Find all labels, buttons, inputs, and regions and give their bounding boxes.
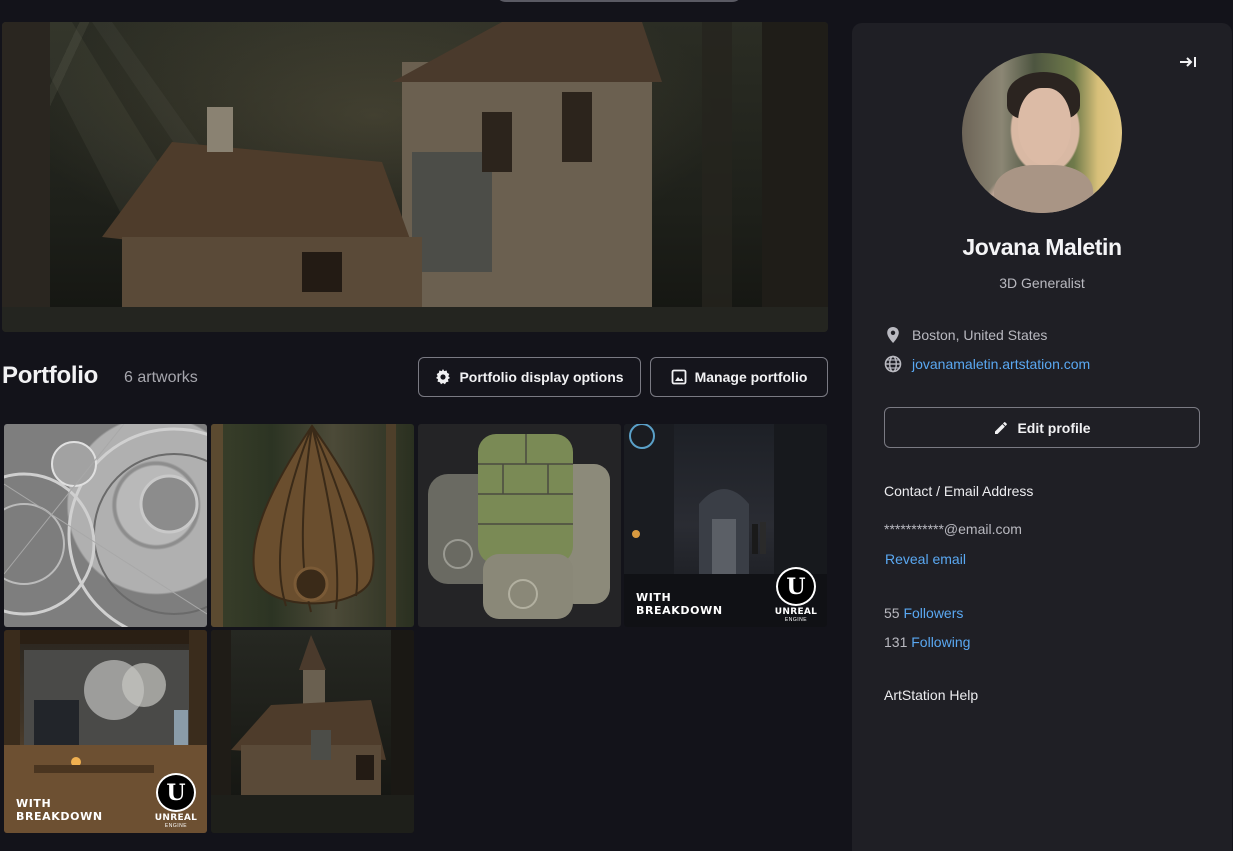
followers-stat[interactable]: 55 Followers [884,605,963,621]
artwork-thumbnail-seed-pod[interactable] [211,424,414,627]
edit-profile-button[interactable]: Edit profile [884,407,1200,448]
location-text: Boston, United States [912,327,1048,343]
website-link[interactable]: jovanamaletin.artstation.com [912,356,1090,372]
profile-avatar [962,53,1122,213]
image-icon [671,369,687,385]
artwork-thumbnail-gears[interactable] [4,424,207,627]
globe-icon [884,355,902,373]
portfolio-heading: Portfolio [2,362,98,389]
following-link[interactable]: Following [911,634,970,650]
unreal-logo-icon: U [156,773,196,812]
gear-icon [436,369,451,385]
followers-count: 55 [884,605,900,621]
location-row: Boston, United States [884,326,1047,344]
artwork-count: 6 artworks [124,369,198,386]
manage-portfolio-label: Manage portfolio [694,369,808,385]
with-breakdown-badge: WITH BREAKDOWN [636,591,723,617]
with-breakdown-badge: WITH BREAKDOWN [16,797,103,823]
followers-link[interactable]: Followers [903,605,963,621]
masked-email: ***********@email.com [884,521,1022,537]
artwork-thumbnail-scifi-alley[interactable]: WITH BREAKDOWN U UNREAL ENGINE [624,424,827,627]
artwork-thumbnail-japanese-room[interactable]: WITH BREAKDOWN U UNREAL ENGINE [4,630,207,833]
contact-heading: Contact / Email Address [884,483,1034,499]
website-row[interactable]: jovanamaletin.artstation.com [884,355,1090,373]
following-count: 131 [884,634,908,650]
cover-banner-image [2,22,828,332]
manage-portfolio-button[interactable]: Manage portfolio [650,357,828,397]
portfolio-display-options-label: Portfolio display options [459,369,624,385]
artwork-thumbnail-fantasy-house[interactable] [211,630,414,833]
pencil-icon [995,421,1008,434]
reveal-email-link[interactable]: Reveal email [885,551,966,567]
artstation-help-link[interactable]: ArtStation Help [884,687,978,703]
location-pin-icon [887,327,899,343]
unreal-engine-badge: U UNREAL ENGINE [149,773,203,829]
artwork-thumbnail-stone-material[interactable] [418,424,621,627]
profile-role: 3D Generalist [999,275,1085,291]
profile-name: Jovana Maletin [962,234,1122,260]
unreal-engine-badge: U UNREAL ENGINE [769,567,823,623]
portfolio-display-options-button[interactable]: Portfolio display options [418,357,641,397]
unreal-logo-icon: U [776,567,816,606]
top-search-pill[interactable] [495,0,743,2]
following-stat[interactable]: 131 Following [884,634,970,650]
edit-profile-label: Edit profile [1017,419,1091,436]
collapse-sidebar-icon[interactable] [1178,53,1198,71]
